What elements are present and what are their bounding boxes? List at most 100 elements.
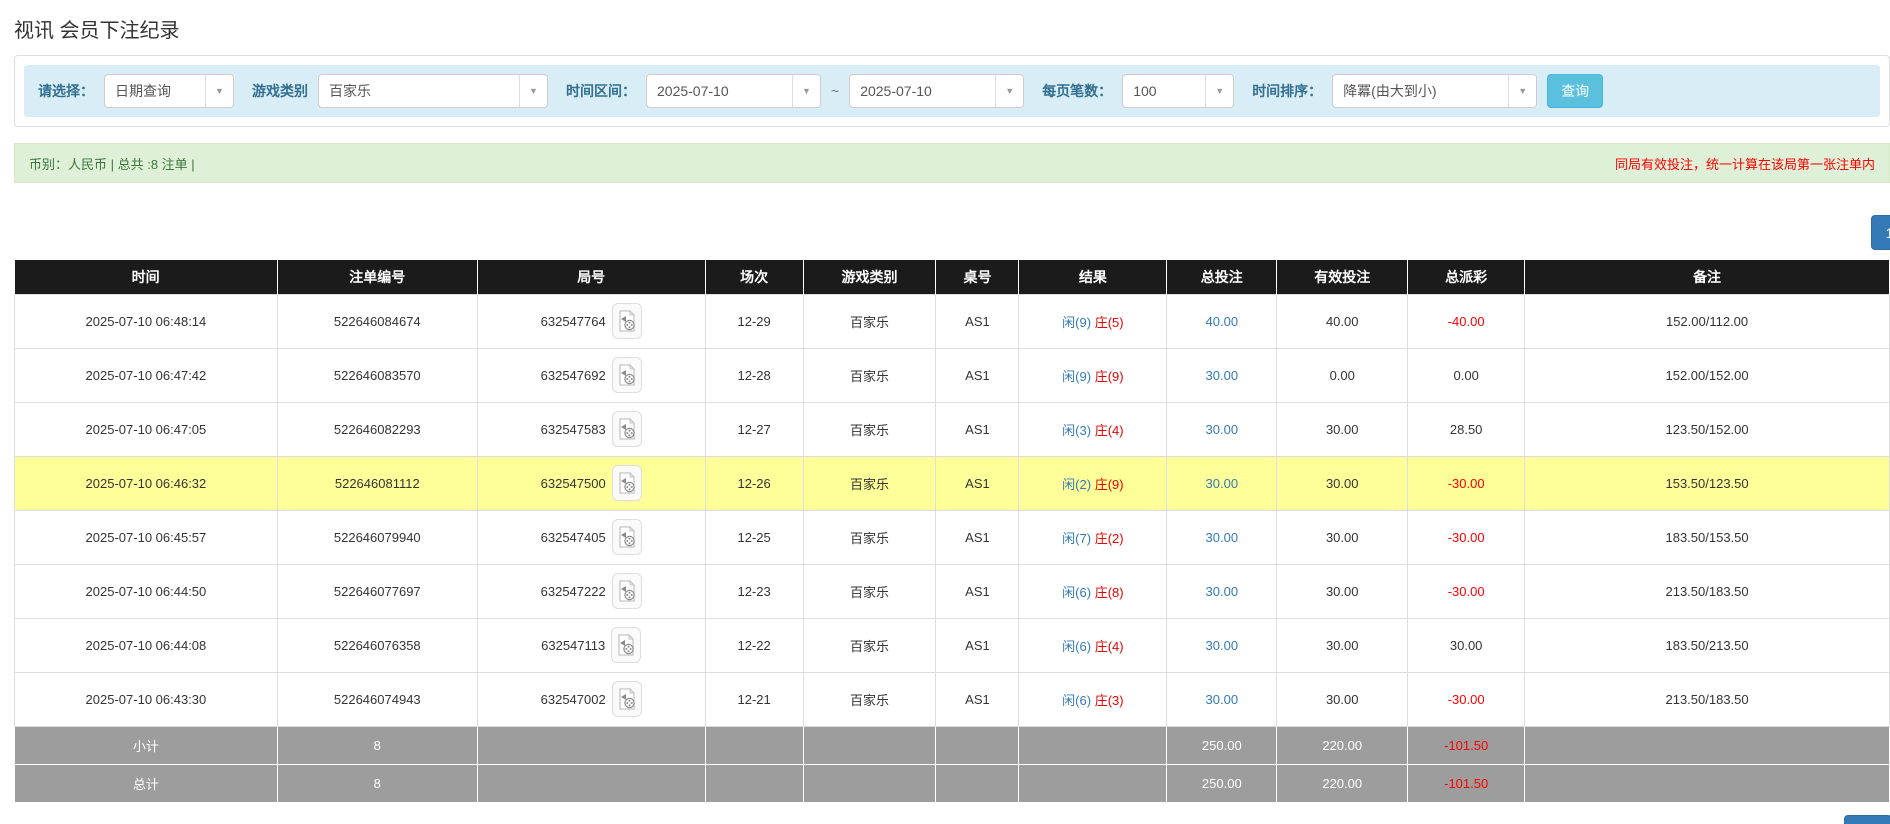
total-bet-link[interactable]: 30.00: [1206, 476, 1239, 491]
cell-total-bet: 30.00: [1167, 348, 1277, 402]
cell-table-no: AS1: [936, 402, 1019, 456]
cell-game-type: 百家乐: [803, 348, 936, 402]
cell-time: 2025-07-10 06:48:14: [15, 294, 278, 348]
result-player: 闲(6): [1062, 585, 1091, 600]
subtotal-row: 小计 8 250.00 220.00 -101.50: [15, 726, 1890, 764]
page-1-button-bottom[interactable]: [1844, 815, 1890, 824]
cell-result: 闲(6) 庄(4): [1019, 618, 1167, 672]
video-record-icon[interactable]: [612, 681, 642, 717]
cell-total-bet: 30.00: [1167, 456, 1277, 510]
game-type-select[interactable]: 百家乐 ▼: [318, 74, 548, 108]
cell-result: 闲(9) 庄(5): [1019, 294, 1167, 348]
cell-bet-id: 522646077697: [277, 564, 477, 618]
table-row: 2025-07-10 06:44:50 522646077697 6325472…: [15, 564, 1890, 618]
col-valid-bet: 有效投注: [1277, 260, 1408, 294]
cell-result: 闲(2) 庄(9): [1019, 456, 1167, 510]
same-round-note: 同局有效投注，统一计算在该局第一张注单内: [1615, 154, 1875, 173]
cell-payout: -30.00: [1408, 564, 1525, 618]
page-title: 视讯 会员下注纪录: [0, 0, 1890, 55]
cell-session: 12-21: [705, 672, 803, 726]
col-table-no: 桌号: [936, 260, 1019, 294]
cell-session: 12-22: [705, 618, 803, 672]
result-player: 闲(7): [1062, 531, 1091, 546]
video-record-icon[interactable]: [612, 411, 642, 447]
cell-total-bet: 30.00: [1167, 510, 1277, 564]
filter-bar: 请选择： 日期查询 ▼ 游戏类别 百家乐 ▼ 时间区间： 2025-07-10 …: [24, 65, 1880, 117]
cell-game-type: 百家乐: [803, 510, 936, 564]
video-record-icon[interactable]: [612, 357, 642, 393]
total-bet-link[interactable]: 30.00: [1206, 422, 1239, 437]
subtotal-payout: -101.50: [1408, 726, 1525, 764]
col-session: 场次: [705, 260, 803, 294]
video-record-icon[interactable]: [612, 573, 642, 609]
chevron-down-icon: ▼: [519, 75, 547, 107]
cell-result: 闲(6) 庄(3): [1019, 672, 1167, 726]
result-banker: 庄(9): [1095, 477, 1124, 492]
cell-payout: 30.00: [1408, 618, 1525, 672]
video-record-icon[interactable]: [612, 303, 642, 339]
date-range-tilde: ~: [831, 83, 839, 99]
cell-time: 2025-07-10 06:47:42: [15, 348, 278, 402]
chevron-down-icon: ▼: [1205, 75, 1233, 107]
cell-remark: 152.00/112.00: [1525, 294, 1890, 348]
time-sort-select[interactable]: 降冪(由大到小) ▼: [1332, 74, 1537, 108]
chevron-down-icon: ▼: [995, 75, 1023, 107]
total-bet-link[interactable]: 40.00: [1206, 314, 1239, 329]
cell-table-no: AS1: [936, 348, 1019, 402]
total-total-bet: 250.00: [1167, 764, 1277, 802]
cell-total-bet: 30.00: [1167, 564, 1277, 618]
summary-bar: 币别：人民币 | 总共 :8 注单 | 同局有效投注，统一计算在该局第一张注单内: [14, 143, 1890, 183]
cell-valid-bet: 30.00: [1277, 672, 1408, 726]
cell-table-no: AS1: [936, 618, 1019, 672]
table-header: 时间 注单编号 局号 场次 游戏类别 桌号 结果 总投注 有效投注 总派彩 备注: [15, 260, 1890, 294]
cell-remark: 153.50/123.50: [1525, 456, 1890, 510]
cell-valid-bet: 30.00: [1277, 564, 1408, 618]
round-id-text: 632547222: [541, 584, 606, 599]
video-record-icon[interactable]: [611, 627, 641, 663]
date-from-select[interactable]: 2025-07-10 ▼: [646, 74, 821, 108]
bet-records-table: 时间 注单编号 局号 场次 游戏类别 桌号 结果 总投注 有效投注 总派彩 备注…: [14, 260, 1890, 803]
total-payout: -101.50: [1408, 764, 1525, 802]
cell-valid-bet: 30.00: [1277, 402, 1408, 456]
round-id-text: 632547002: [541, 692, 606, 707]
cell-payout: -40.00: [1408, 294, 1525, 348]
col-game-type: 游戏类别: [803, 260, 936, 294]
result-banker: 庄(3): [1095, 693, 1124, 708]
query-type-value: 日期查询: [105, 75, 205, 107]
time-sort-value: 降冪(由大到小): [1333, 75, 1508, 107]
cell-valid-bet: 30.00: [1277, 456, 1408, 510]
cell-table-no: AS1: [936, 564, 1019, 618]
subtotal-count: 8: [277, 726, 477, 764]
cell-table-no: AS1: [936, 510, 1019, 564]
page-size-select[interactable]: 100 ▼: [1122, 74, 1234, 108]
date-from-value: 2025-07-10: [647, 75, 792, 107]
video-record-icon[interactable]: [612, 519, 642, 555]
total-bet-link[interactable]: 30.00: [1206, 584, 1239, 599]
currency-summary-text: 币别：人民币 | 总共 :8 注单 |: [29, 154, 195, 173]
col-payout: 总派彩: [1408, 260, 1525, 294]
result-player: 闲(3): [1062, 423, 1091, 438]
select-type-label: 请选择：: [38, 81, 94, 101]
page-1-button[interactable]: 1: [1871, 215, 1890, 250]
query-type-select[interactable]: 日期查询 ▼: [104, 74, 234, 108]
total-bet-link[interactable]: 30.00: [1206, 638, 1239, 653]
cell-bet-id: 522646074943: [277, 672, 477, 726]
cell-total-bet: 40.00: [1167, 294, 1277, 348]
cell-time: 2025-07-10 06:46:32: [15, 456, 278, 510]
cell-payout: 28.50: [1408, 402, 1525, 456]
total-bet-link[interactable]: 30.00: [1206, 530, 1239, 545]
cell-session: 12-29: [705, 294, 803, 348]
cell-payout: -30.00: [1408, 672, 1525, 726]
video-record-icon[interactable]: [612, 465, 642, 501]
total-bet-link[interactable]: 30.00: [1206, 368, 1239, 383]
cell-total-bet: 30.00: [1167, 402, 1277, 456]
cell-result: 闲(7) 庄(2): [1019, 510, 1167, 564]
search-button[interactable]: 查询: [1547, 74, 1603, 108]
total-bet-link[interactable]: 30.00: [1206, 692, 1239, 707]
cell-round-id: 632547405: [477, 510, 705, 564]
date-to-select[interactable]: 2025-07-10 ▼: [849, 74, 1024, 108]
cell-round-id: 632547113: [477, 618, 705, 672]
cell-valid-bet: 40.00: [1277, 294, 1408, 348]
cell-bet-id: 522646084674: [277, 294, 477, 348]
cell-round-id: 632547500: [477, 456, 705, 510]
